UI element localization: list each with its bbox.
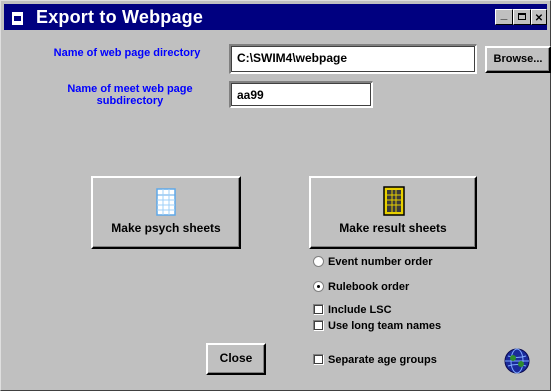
- make-result-sheets-button[interactable]: Make result sheets: [309, 176, 477, 249]
- maximize-button[interactable]: [513, 9, 531, 25]
- minimize-icon: _: [500, 7, 508, 21]
- use-long-team-names-checkbox[interactable]: [313, 320, 324, 331]
- web-dir-label: Name of web page directory: [53, 47, 201, 59]
- export-dialog: Export to Webpage _ ✕ Name of web page d…: [0, 0, 551, 391]
- subdir-label: Name of meet web page subdirectory: [67, 83, 193, 107]
- rulebook-order-radio[interactable]: [313, 281, 324, 292]
- close-icon: ✕: [534, 13, 544, 24]
- make-psych-sheets-button[interactable]: Make psych sheets: [91, 176, 241, 249]
- make-result-sheets-label: Make result sheets: [339, 221, 447, 235]
- include-lsc-checkbox[interactable]: [313, 304, 324, 315]
- separate-age-groups-checkbox[interactable]: [313, 354, 324, 365]
- event-number-order-radio[interactable]: [313, 256, 324, 267]
- include-lsc-label: Include LSC: [328, 304, 392, 316]
- subdir-input[interactable]: aa99: [229, 81, 373, 108]
- title-bar[interactable]: Export to Webpage _ ✕: [4, 4, 547, 30]
- rulebook-order-label: Rulebook order: [328, 281, 410, 293]
- window-icon: [12, 12, 23, 25]
- make-psych-sheets-label: Make psych sheets: [111, 221, 221, 235]
- psych-sheet-icon: [156, 188, 176, 216]
- close-button[interactable]: Close: [206, 343, 266, 375]
- maximize-icon: [518, 13, 526, 20]
- browse-button[interactable]: Browse...: [485, 46, 551, 73]
- use-long-team-names-label: Use long team names: [328, 320, 442, 332]
- globe-logo-icon: [504, 348, 530, 374]
- web-dir-input[interactable]: C:\SWIM4\webpage: [229, 44, 477, 74]
- minimize-button[interactable]: _: [495, 7, 513, 25]
- separate-age-groups-label: Separate age groups: [328, 354, 437, 366]
- close-window-button[interactable]: ✕: [531, 9, 547, 25]
- result-sheet-icon: [383, 186, 405, 216]
- event-number-order-label: Event number order: [328, 256, 433, 268]
- window-title: Export to Webpage: [36, 7, 204, 27]
